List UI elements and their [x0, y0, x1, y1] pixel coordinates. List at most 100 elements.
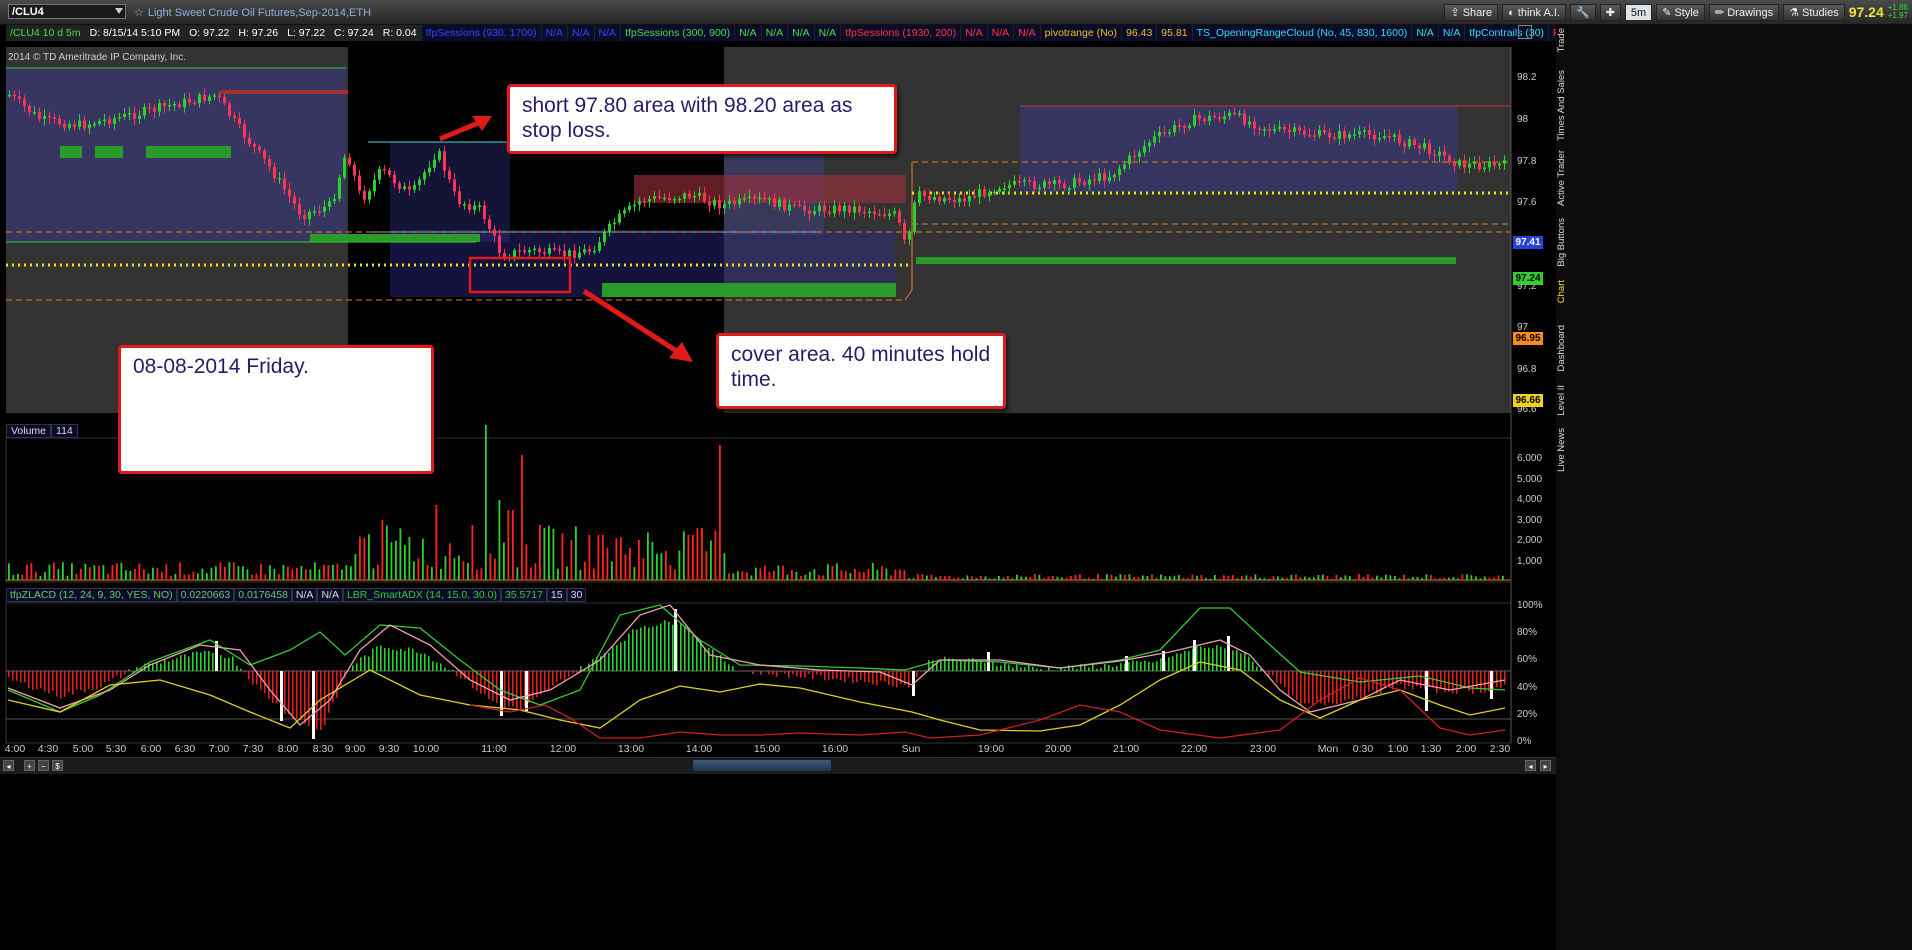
- sidebar-tab[interactable]: Big Buttons: [1556, 218, 1567, 267]
- scroll-right-icon[interactable]: ▸: [1540, 760, 1551, 771]
- volume-bar: [116, 563, 118, 580]
- volume-bar: [404, 545, 406, 580]
- candle-body: [548, 248, 551, 254]
- volume-bar: [1268, 578, 1270, 580]
- histogram-bar: [1472, 671, 1474, 694]
- volume-bar: [174, 573, 177, 580]
- volume-bar: [390, 542, 393, 580]
- histogram-bar: [692, 635, 694, 671]
- histogram-bar: [104, 671, 106, 683]
- time-tick-label: 23:00: [1249, 743, 1277, 755]
- candle-body: [238, 118, 241, 124]
- histogram-bar: [1172, 656, 1174, 671]
- sidebar-tab[interactable]: Times And Sales: [1556, 70, 1567, 141]
- candle-body: [958, 198, 961, 203]
- candle-body: [748, 196, 751, 199]
- histogram-bar: [160, 663, 162, 671]
- candle-body: [998, 188, 1001, 192]
- histogram-bar: [252, 671, 254, 685]
- histogram-bar: [20, 671, 22, 683]
- time-tick-label: 2:00: [1455, 743, 1477, 755]
- candle-body: [718, 199, 721, 209]
- volume-value: 114: [51, 424, 78, 438]
- studies-button[interactable]: ⚗ Studies: [1783, 3, 1845, 21]
- volume-bar: [1227, 575, 1230, 580]
- candle-body: [438, 151, 441, 160]
- candle-body: [573, 250, 576, 258]
- drawings-button[interactable]: ✏ Drawings: [1708, 3, 1780, 21]
- histogram-bar: [924, 669, 926, 671]
- candle-body: [883, 214, 886, 217]
- dollar-icon[interactable]: $: [52, 760, 63, 771]
- volume-bar: [683, 531, 685, 580]
- short-callout: short 97.80 area with 98.20 area as stop…: [507, 84, 897, 154]
- price-tick-label: 97.6: [1517, 197, 1537, 208]
- sidebar-tab[interactable]: Chart: [1556, 280, 1567, 303]
- candle-body: [733, 200, 736, 205]
- histogram-bar: [540, 671, 542, 695]
- candle-body: [658, 196, 661, 198]
- scroll-left-icon[interactable]: ◂: [1525, 760, 1536, 771]
- volume-bar: [1497, 575, 1500, 580]
- histogram-spike: [1193, 640, 1196, 671]
- volume-bar: [1061, 577, 1063, 580]
- volume-bar: [858, 571, 861, 580]
- volume-bar: [503, 542, 505, 580]
- candle-body: [853, 206, 856, 213]
- time-tick-label: 0:30: [1352, 743, 1374, 755]
- volume-bar: [395, 540, 397, 580]
- volume-label[interactable]: Volume 114: [6, 424, 78, 438]
- pan-left-icon[interactable]: ◂: [3, 760, 14, 771]
- histogram-bar: [816, 671, 818, 675]
- drawings-label: Drawings: [1727, 6, 1774, 19]
- indicator-tick-label: 60%: [1517, 654, 1538, 666]
- histogram-bar: [16, 671, 18, 681]
- candle-body: [1363, 130, 1366, 132]
- sidebar-tab[interactable]: Active Trader: [1556, 150, 1567, 206]
- volume-bar: [534, 563, 537, 580]
- histogram-bar: [492, 671, 494, 702]
- histogram-bar: [444, 667, 446, 671]
- zoom-out-icon[interactable]: −: [38, 760, 49, 771]
- volume-bar: [1353, 578, 1356, 580]
- volume-bar: [39, 575, 42, 580]
- volume-bar: [192, 571, 195, 580]
- candle-body: [1028, 180, 1031, 182]
- volume-bar: [867, 569, 870, 580]
- histogram-bar: [380, 645, 382, 671]
- volume-bar: [440, 568, 442, 580]
- candle-body: [188, 98, 191, 103]
- volume-bar: [1151, 574, 1153, 580]
- crosshair-button[interactable]: ✚: [1599, 3, 1621, 21]
- histogram-bar: [1352, 671, 1354, 700]
- scroll-thumb[interactable]: [693, 760, 831, 771]
- style-button[interactable]: ✎ Style: [1656, 3, 1705, 21]
- volume-bar: [1281, 577, 1284, 580]
- sidebar-tab[interactable]: Dashboard: [1556, 325, 1567, 371]
- volume-bar: [417, 558, 420, 580]
- wrench-button[interactable]: 🔧: [1569, 3, 1596, 21]
- candle-body: [1153, 136, 1156, 143]
- volume-bar: [1331, 578, 1333, 580]
- histogram-bar: [760, 671, 762, 675]
- volume-bar: [129, 570, 132, 580]
- volume-bar: [903, 570, 906, 580]
- histogram-bar: [204, 650, 206, 671]
- candle-body: [123, 113, 126, 117]
- sidebar-tab[interactable]: Live News: [1556, 428, 1567, 472]
- chart-scrollbar[interactable]: ◂ + − $ ◂ ▸: [0, 757, 1556, 774]
- timeframe-button[interactable]: 5m: [1624, 3, 1653, 21]
- histogram-bar: [52, 671, 54, 691]
- histogram-bar: [60, 671, 62, 699]
- volume-bar: [1412, 577, 1414, 580]
- volume-bar: [849, 573, 852, 580]
- zoom-in-icon[interactable]: +: [24, 760, 35, 771]
- volume-bar: [1169, 576, 1171, 580]
- sidebar-tab[interactable]: Trade: [1556, 28, 1567, 52]
- candle-body: [58, 118, 61, 124]
- sidebar-tab[interactable]: Level II: [1556, 385, 1567, 416]
- histogram-bar: [1476, 671, 1478, 690]
- candle-body: [48, 115, 51, 118]
- volume-bar: [971, 576, 973, 580]
- indicator-labels[interactable]: tfpZLACD (12, 24, 9, 30, YES, NO) 0.02206…: [6, 588, 587, 602]
